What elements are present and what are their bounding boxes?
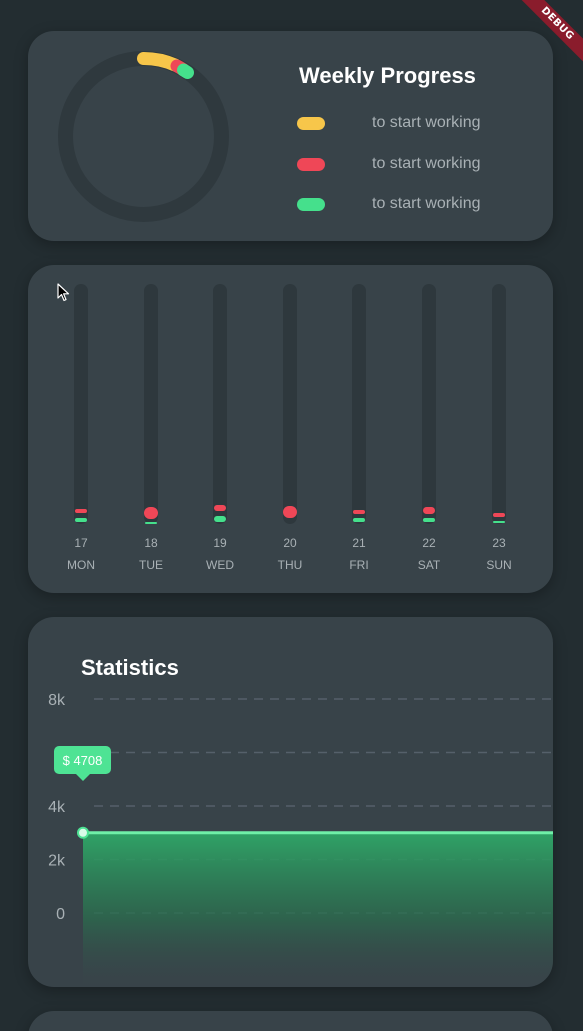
day-label: WED <box>206 558 234 572</box>
legend-item: to start working <box>297 114 537 131</box>
day-bar-track <box>352 284 366 524</box>
progress-ring-segment-green <box>177 63 194 79</box>
day-bar-red <box>144 507 158 519</box>
legend-pill-red <box>297 158 325 171</box>
day-bar-green <box>145 522 157 524</box>
y-tick-label: 4k <box>48 799 66 816</box>
tooltip-value: $ 4708 <box>63 753 103 768</box>
progress-ring <box>58 51 229 222</box>
day-bar-track <box>492 284 506 524</box>
day-number: 20 <box>283 536 297 550</box>
legend-item: to start working <box>297 195 537 212</box>
day-bar-track <box>144 284 158 524</box>
legend-label: to start working <box>372 155 481 172</box>
chart-y-axis: 02k4k68k <box>48 692 66 923</box>
day-bar-red <box>423 507 435 514</box>
day-bar-red <box>214 505 226 511</box>
day-bar-green <box>214 516 226 522</box>
day-column-sun[interactable]: 23 SUN <box>479 265 519 593</box>
y-tick-label: 2k <box>48 853 66 870</box>
day-column-mon[interactable]: 17 MON <box>61 265 101 593</box>
day-number: 17 <box>74 536 88 550</box>
statistics-card: 02k4k68k $ 4708 Statistics <box>28 617 553 987</box>
legend-pill-green <box>297 198 325 211</box>
day-bar-green <box>493 521 505 523</box>
day-label: THU <box>277 558 303 572</box>
series-area <box>83 832 553 987</box>
weekly-progress-card: Weekly Progress to start working to star… <box>28 31 553 241</box>
day-bar-green <box>75 518 87 522</box>
day-column-wed[interactable]: 19 WED <box>200 265 240 593</box>
data-point <box>77 826 89 839</box>
day-number: 18 <box>144 536 158 550</box>
legend-pill-yellow <box>297 117 325 130</box>
bottom-card <box>28 1011 553 1031</box>
day-label: MON <box>67 558 95 572</box>
progress-ring-track <box>58 51 229 222</box>
day-label: SAT <box>417 558 441 572</box>
progress-ring-segment-yellow <box>137 51 182 72</box>
day-bar-red <box>493 513 505 517</box>
legend-label: to start working <box>372 195 481 212</box>
weekly-bars-card: 17 MON 18 TUE 19 WED 20 THU 21 FRI 22 SA… <box>28 265 553 593</box>
day-number: 22 <box>422 536 436 550</box>
day-label: FRI <box>349 558 369 572</box>
day-column-fri[interactable]: 21 FRI <box>339 265 379 593</box>
y-tick-label: 0 <box>56 906 65 923</box>
day-bar-track <box>283 284 297 524</box>
chart-tooltip-layer: $ 4708 <box>54 746 111 781</box>
y-tick-label: 8k <box>48 692 66 709</box>
mouse-cursor-icon <box>57 283 70 302</box>
day-bar-red <box>75 509 87 513</box>
day-label: SUN <box>486 558 512 572</box>
legend-item: to start working <box>297 155 537 172</box>
statistics-title: Statistics <box>81 655 179 680</box>
tooltip-pointer <box>76 774 90 781</box>
day-bar-track <box>213 284 227 524</box>
legend-label: to start working <box>372 114 481 131</box>
day-column-thu[interactable]: 20 THU <box>270 265 310 593</box>
day-bar-green <box>353 518 365 522</box>
chart-area-layer <box>77 826 553 987</box>
day-number: 21 <box>352 536 366 550</box>
day-bar-red <box>283 506 297 518</box>
day-bar-track <box>422 284 436 524</box>
day-bar-track <box>74 284 88 524</box>
day-number: 23 <box>492 536 506 550</box>
day-bar-green <box>423 518 435 522</box>
app-screen: DEBUG Weekly Progress to start working t… <box>0 0 583 1031</box>
day-bar-red <box>353 510 365 514</box>
day-column-tue[interactable]: 18 TUE <box>131 265 171 593</box>
day-label: TUE <box>139 558 163 572</box>
day-column-sat[interactable]: 22 SAT <box>409 265 449 593</box>
day-number: 19 <box>213 536 227 550</box>
weekly-progress-title: Weekly Progress <box>299 63 476 88</box>
